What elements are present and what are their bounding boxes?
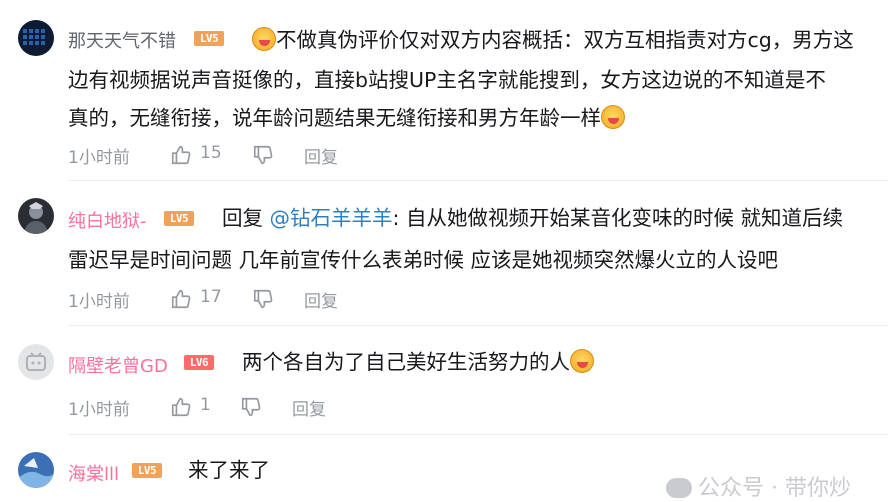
username[interactable]: 隔壁老曾GD bbox=[68, 352, 168, 378]
comment-text-line: 边有视频据说声音挺像的，直接b站搜UP主名字就能搜到，女方这边说的不知道是不 bbox=[68, 68, 826, 92]
like-count: 17 bbox=[200, 287, 222, 307]
wechat-icon bbox=[666, 478, 692, 498]
reply-button[interactable]: 回复 bbox=[304, 143, 338, 168]
comment-text: 回复 @钻石羊羊羊: 自从她做视频开始某音化变味的时候 就知道后续 bbox=[222, 206, 843, 230]
username[interactable]: 纯白地狱- bbox=[68, 207, 147, 233]
level-badge: LV5 bbox=[132, 463, 162, 478]
watermark: 公众号 · 带你炒 bbox=[666, 470, 851, 502]
username[interactable]: 那天天气不错 bbox=[68, 27, 176, 53]
comment-text-line: 真的，无缝衔接，说年龄问题结果无缝衔接和男方年龄一样 bbox=[68, 98, 625, 138]
username[interactable]: 海棠lll bbox=[68, 460, 119, 486]
comment-text-line: 雷迟早是时间问题 几年前宣传什么表弟时候 应该是她视频突然爆火立的人设吧 bbox=[68, 248, 779, 272]
like-count: 15 bbox=[200, 143, 222, 163]
like-count: 1 bbox=[200, 395, 211, 415]
laughing-emoji-icon bbox=[601, 105, 625, 129]
laughing-emoji-icon bbox=[570, 349, 594, 373]
thumbs-down-icon[interactable] bbox=[240, 396, 262, 423]
laughing-emoji-icon bbox=[252, 27, 276, 51]
level-badge: LV5 bbox=[164, 211, 194, 226]
avatar[interactable] bbox=[18, 20, 54, 56]
level-badge: LV6 bbox=[184, 355, 214, 370]
comment-text: 来了来了 bbox=[188, 458, 270, 482]
thumbs-up-icon[interactable] bbox=[170, 396, 192, 423]
avatar[interactable] bbox=[18, 344, 54, 380]
divider bbox=[68, 434, 888, 435]
thumbs-up-icon[interactable] bbox=[170, 288, 192, 315]
thumbs-up-icon[interactable] bbox=[170, 144, 192, 171]
comment-text: 两个各自为了自己美好生活努力的人 bbox=[242, 342, 594, 382]
divider bbox=[68, 180, 888, 181]
reply-button[interactable]: 回复 bbox=[304, 287, 338, 312]
level-badge: LV5 bbox=[194, 31, 224, 46]
reply-prefix: 回复 bbox=[222, 206, 263, 230]
thumbs-down-icon[interactable] bbox=[252, 288, 274, 315]
comment-time: 1小时前 bbox=[68, 148, 130, 168]
comment-time: 1小时前 bbox=[68, 292, 130, 312]
reply-button[interactable]: 回复 bbox=[292, 395, 326, 420]
avatar[interactable] bbox=[18, 198, 54, 234]
avatar[interactable] bbox=[18, 452, 54, 488]
divider bbox=[68, 325, 888, 326]
mention-link[interactable]: @钻石羊羊羊 bbox=[270, 206, 393, 230]
comment-time: 1小时前 bbox=[68, 400, 130, 420]
comment-text: 不做真伪评价仅对双方内容概括：双方互相指责对方cg，男方这 bbox=[252, 20, 854, 60]
thumbs-down-icon[interactable] bbox=[252, 144, 274, 171]
